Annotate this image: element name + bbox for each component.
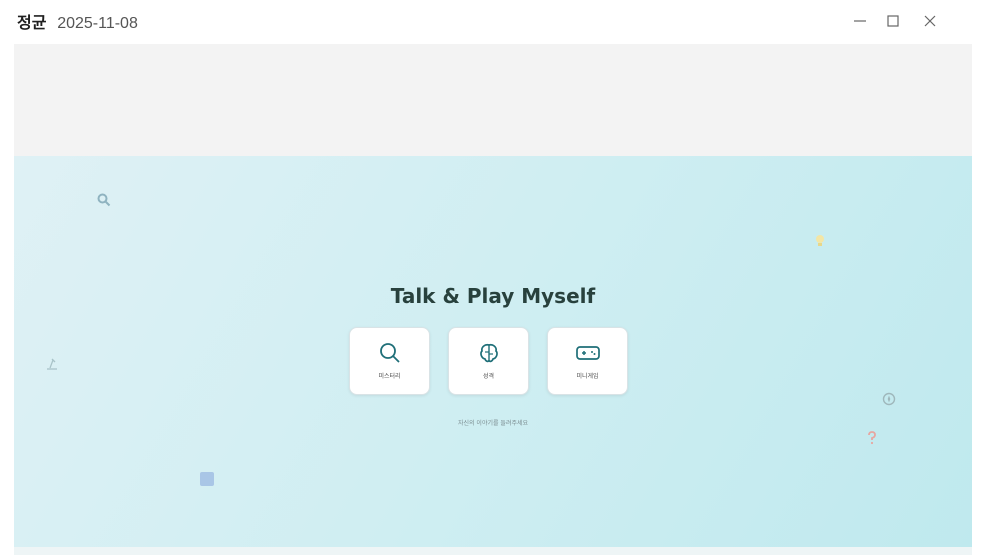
close-icon xyxy=(924,15,936,27)
close-button[interactable] xyxy=(916,8,944,34)
window-title: 정균 2025-11-08 xyxy=(17,9,138,33)
hero-hint: 자신의 이야기를 들려주세요 xyxy=(457,420,529,427)
menu-cards: 미스터리 성격 미니게임 xyxy=(349,327,639,395)
gamepad-icon xyxy=(575,346,600,360)
personality-card-label: 성격 xyxy=(482,373,495,380)
lightbulb-icon xyxy=(816,235,824,246)
minigame-card-label: 미니게임 xyxy=(576,373,599,380)
window-title-date: 2025-11-08 xyxy=(57,15,138,32)
mystery-card-label: 미스터리 xyxy=(378,373,401,380)
brain-icon xyxy=(479,343,498,363)
window-titlebar: 정균 2025-11-08 xyxy=(0,0,987,42)
app-frame: Talk & Play Myself 미스터리 성격 미니게임 자신의 이야기를… xyxy=(14,44,972,555)
note-square-icon xyxy=(200,472,214,486)
maximize-button[interactable] xyxy=(879,8,907,34)
minigame-card-button[interactable]: 미니게임 xyxy=(547,327,628,395)
hero-title: Talk & Play Myself xyxy=(390,284,596,308)
minimize-button[interactable] xyxy=(846,8,874,34)
hero-section: Talk & Play Myself 미스터리 성격 미니게임 자신의 이야기를… xyxy=(14,156,972,547)
top-bar xyxy=(14,44,972,156)
bottom-strip xyxy=(14,547,972,555)
window-title-name: 정균 xyxy=(17,13,47,32)
minimize-icon xyxy=(854,20,866,22)
magnifier-icon xyxy=(97,193,111,207)
question-mark-icon xyxy=(868,431,876,445)
compass-icon xyxy=(882,392,896,406)
personality-card-button[interactable]: 성격 xyxy=(448,327,529,395)
magnifier-icon xyxy=(379,343,400,363)
microscope-icon xyxy=(47,358,57,370)
mystery-card-button[interactable]: 미스터리 xyxy=(349,327,430,395)
maximize-icon xyxy=(887,15,899,27)
